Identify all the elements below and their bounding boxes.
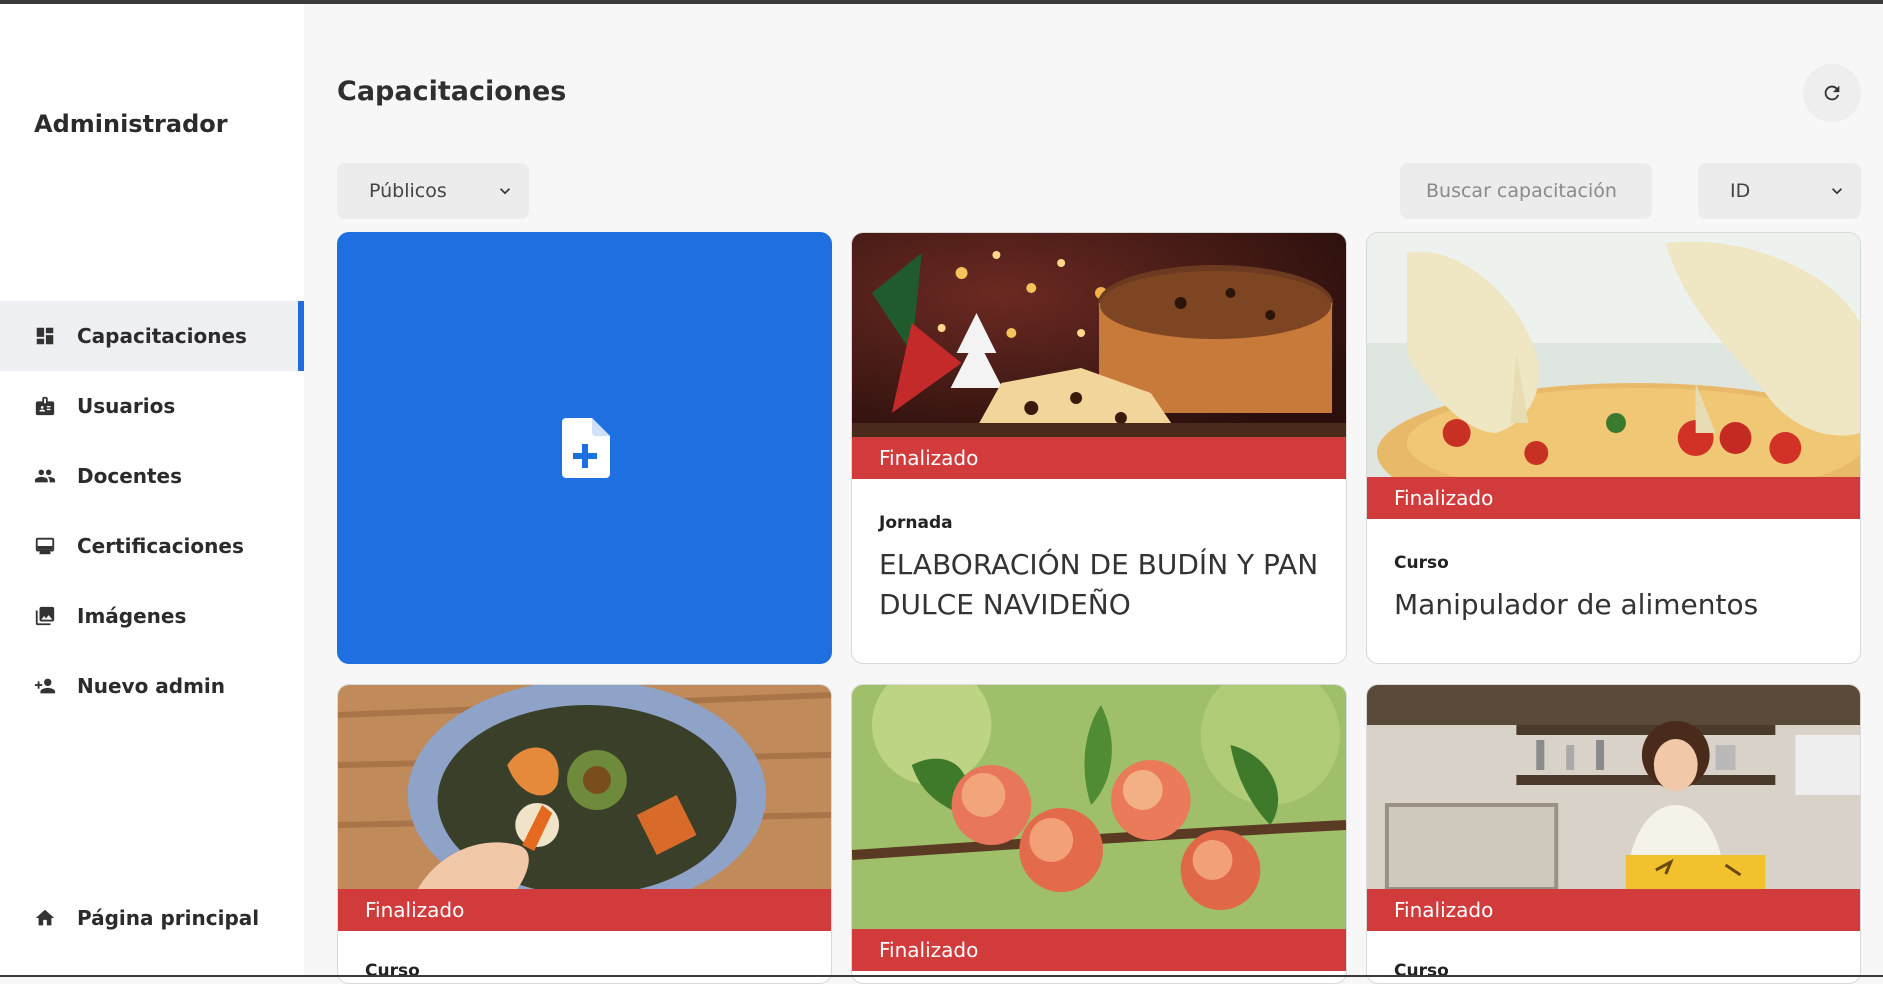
sort-value: ID [1730,180,1751,202]
group-icon [34,465,56,487]
visibility-filter-select[interactable]: Públicos [337,163,529,219]
sidebar: Administrador Capacitaciones Usuarios Do… [0,4,304,975]
status-badge: Finalizado [338,889,831,931]
sidebar-item-nuevo-admin[interactable]: Nuevo admin [0,651,304,721]
sidebar-item-label: Docentes [77,464,183,488]
status-badge: Finalizado [852,929,1346,971]
gloved-hands-pizza-photo [1367,233,1860,477]
sidebar-item-label: Página principal [77,906,260,930]
compost-bin-photo [338,685,831,889]
capacitacion-card[interactable]: Finalizado [851,684,1347,984]
capacitacion-title: Manipulador de alimentos [1394,588,1759,621]
sidebar-item-usuarios[interactable]: Usuarios [0,371,304,441]
capacitacion-type: Curso [365,961,420,981]
capacitacion-card[interactable]: Finalizado Curso [1366,684,1861,984]
chevron-down-icon [1827,181,1847,201]
chevron-down-icon [495,181,515,201]
sidebar-item-label: Nuevo admin [77,674,226,698]
status-badge: Finalizado [1367,889,1860,931]
add-file-icon [560,418,610,478]
home-icon [34,907,56,929]
capacitacion-card[interactable]: Finalizado Curso [337,684,832,984]
capacitacion-type: Curso [1394,961,1449,981]
dashboard-icon [34,325,56,347]
sidebar-item-docentes[interactable]: Docentes [0,441,304,511]
woman-shop-counter-photo [1367,685,1860,889]
badge-icon [34,395,56,417]
sort-select[interactable]: ID [1698,163,1861,219]
person-add-icon [34,675,56,697]
status-badge: Finalizado [1367,477,1860,519]
sidebar-item-label: Capacitaciones [77,324,247,348]
peaches-branch-photo [852,685,1346,929]
sidebar-item-label: Usuarios [77,394,176,418]
capacitacion-type: Jornada [879,513,953,533]
sidebar-item-label: Certificaciones [77,534,244,558]
panettone-christmas-photo [852,233,1346,437]
status-badge: Finalizado [852,437,1346,479]
sidebar-item-imagenes[interactable]: Imágenes [0,581,304,651]
create-capacitacion-card[interactable] [337,232,832,664]
sidebar-nav: Capacitaciones Usuarios Docentes Certifi… [0,301,304,721]
capacitacion-card[interactable]: Finalizado Jornada ELABORACIÓN DE BUDÍN … [851,232,1347,664]
refresh-button[interactable] [1803,64,1861,122]
sidebar-role-title: Administrador [34,110,228,138]
monitor-icon [34,535,56,557]
search-input[interactable] [1400,163,1652,219]
visibility-filter-value: Públicos [369,180,447,202]
capacitacion-title: ELABORACIÓN DE BUDÍN Y PAN DULCE NAVIDEÑ… [879,548,1319,621]
capacitacion-type: Curso [1394,553,1449,573]
sidebar-item-certificaciones[interactable]: Certificaciones [0,511,304,581]
refresh-icon [1821,82,1843,104]
sidebar-item-pagina-principal[interactable]: Página principal [0,883,304,953]
capacitacion-card[interactable]: Finalizado Curso Manipulador de alimento… [1366,232,1861,664]
sidebar-item-label: Imágenes [77,604,187,628]
photo-library-icon [34,605,56,627]
page-title: Capacitaciones [337,76,567,107]
sidebar-item-capacitaciones[interactable]: Capacitaciones [0,301,304,371]
